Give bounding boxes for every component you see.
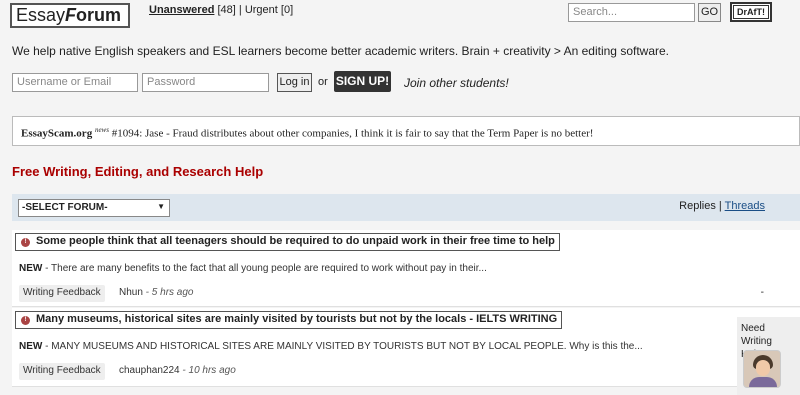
or-text: or	[318, 76, 328, 88]
join-text: Join other students!	[404, 76, 509, 90]
unanswered-count: [48]	[217, 4, 236, 16]
tab-threads[interactable]: Threads	[725, 200, 765, 212]
new-label: NEW	[19, 263, 43, 274]
category-tag[interactable]: Writing Feedback	[19, 285, 105, 302]
help-line1: Need	[741, 323, 765, 334]
forum-bar: -SELECT FORUM- ▼ Replies | Threads	[12, 194, 800, 221]
forum-select[interactable]: -SELECT FORUM- ▼	[18, 199, 170, 217]
login-button[interactable]: Log in	[277, 73, 312, 92]
chevron-down-icon: ▼	[157, 202, 165, 211]
thread-title-link[interactable]: ! Many museums, historical sites are mai…	[15, 311, 563, 329]
thread-author[interactable]: Nhun	[119, 287, 143, 298]
thread-excerpt-text: - There are many benefits to the fact th…	[42, 263, 487, 274]
news-ticker: EssayScam.org news #1094: Jase - Fraud d…	[12, 116, 800, 146]
news-site-link[interactable]: EssayScam.org	[21, 128, 92, 140]
logo-text-part1: Essay	[16, 5, 66, 25]
thread-meta: Nhun - 5 hrs ago	[119, 287, 194, 298]
urgent-count: [0]	[280, 4, 294, 16]
thread-item: ! Many museums, historical sites are mai…	[12, 308, 800, 387]
thread-author[interactable]: chauphan224	[119, 365, 180, 376]
thread-meta: chauphan224 - 10 hrs ago	[119, 365, 236, 376]
username-input[interactable]: Username or Email	[12, 73, 138, 92]
thread-title: Some people think that all teenagers sho…	[36, 235, 555, 247]
stats-separator: |	[238, 4, 242, 16]
search-input[interactable]: Search...	[568, 3, 695, 22]
news-tag: news	[94, 126, 109, 134]
urgent-link[interactable]: Urgent	[245, 4, 278, 16]
thread-stats: Unanswered [48] | Urgent [0]	[149, 4, 293, 16]
unanswered-link[interactable]: Unanswered	[149, 4, 214, 16]
reply-count: -	[760, 287, 764, 298]
site-logo[interactable]: EssayForum	[10, 3, 130, 28]
thread-excerpt: NEW - There are many benefits to the fac…	[19, 263, 487, 274]
new-label: NEW	[19, 341, 43, 352]
site-tagline: We help native English speakers and ESL …	[12, 44, 669, 58]
logo-text-part3: orum	[76, 5, 122, 25]
alert-icon: !	[21, 316, 30, 325]
thread-title: Many museums, historical sites are mainl…	[36, 313, 558, 325]
thread-excerpt: NEW - MANY MUSEUMS AND HISTORICAL SITES …	[19, 341, 643, 352]
news-text[interactable]: #1094: Jase - Fraud distributes about ot…	[112, 128, 594, 140]
thread-time: - 10 hrs ago	[179, 365, 236, 376]
draft-button[interactable]: DrAfT!	[730, 2, 772, 22]
alert-icon: !	[21, 238, 30, 247]
go-button[interactable]: GO	[698, 3, 721, 22]
forum-select-value: -SELECT FORUM-	[22, 202, 108, 213]
signup-button[interactable]: SIGN UP!	[334, 71, 391, 92]
category-tag[interactable]: Writing Feedback	[19, 363, 105, 380]
writing-help-widget[interactable]: Need Writing Help?	[737, 317, 800, 395]
thread-time: - 5 hrs ago	[142, 287, 194, 298]
section-title: Free Writing, Editing, and Research Help	[12, 164, 264, 179]
helper-avatar	[743, 350, 781, 388]
thread-title-link[interactable]: ! Some people think that all teenagers s…	[15, 233, 560, 251]
view-tabs: Replies | Threads	[679, 200, 765, 212]
tab-replies[interactable]: Replies	[679, 200, 716, 212]
password-input[interactable]: Password	[142, 73, 269, 92]
logo-text-part2: F	[65, 5, 77, 25]
thread-excerpt-text: - MANY MUSEUMS AND HISTORICAL SITES ARE …	[42, 341, 643, 352]
thread-item: ! Some people think that all teenagers s…	[12, 230, 800, 307]
tab-separator: |	[718, 200, 722, 212]
